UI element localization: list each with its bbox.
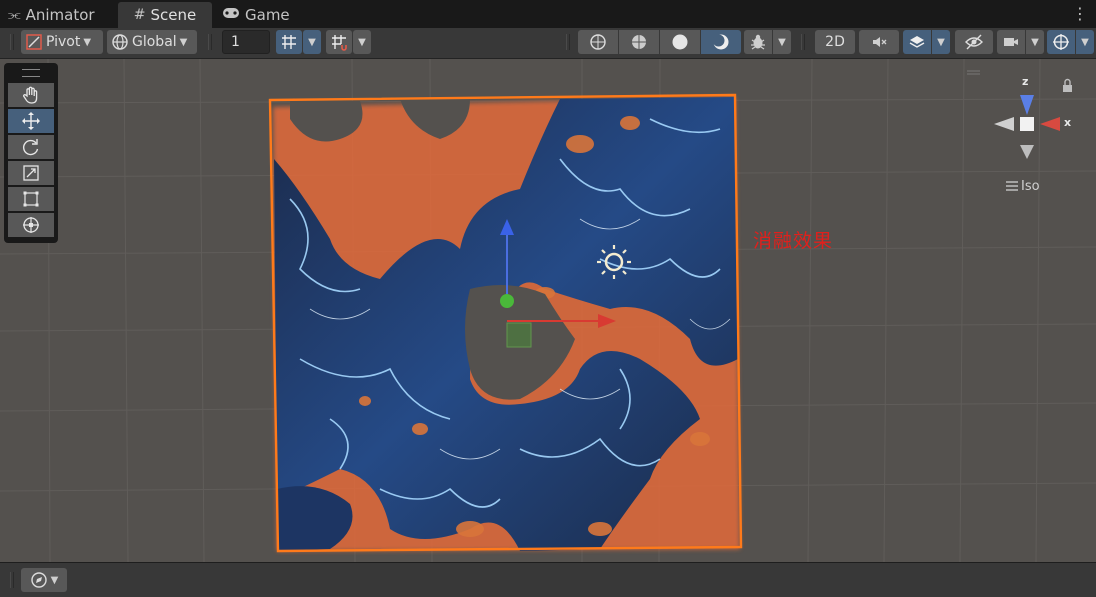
more-options-icon[interactable]: ⋮ (1072, 4, 1088, 23)
tab-label: Scene (150, 6, 197, 24)
toolbar-grip (10, 34, 14, 50)
move-icon (22, 112, 40, 130)
global-dropdown[interactable]: Global ▼ (107, 30, 197, 54)
chevron-down-icon: ▼ (50, 574, 59, 586)
grid-snap-dropdown[interactable]: ▼ (303, 30, 321, 54)
shaded-sphere-icon (672, 34, 688, 50)
eye-hidden-icon (965, 34, 983, 50)
chevron-down-icon: ▼ (358, 36, 366, 48)
camera-icon (1004, 38, 1018, 46)
pivot-icon (26, 34, 42, 50)
layers-icon (909, 36, 925, 48)
wireframe-shading-button[interactable] (578, 30, 618, 54)
dissolve-plane-mesh[interactable] (268, 93, 743, 553)
projection-label[interactable]: Iso (1021, 179, 1040, 194)
toolbar-separator (208, 34, 212, 50)
audio-toggle-button[interactable] (859, 30, 899, 54)
menu-lines-icon (1006, 181, 1018, 191)
shaded-wireframe-sphere-icon (632, 35, 646, 49)
palette-grip[interactable] (22, 69, 40, 77)
rect-icon (23, 191, 39, 207)
increment-snap-dropdown[interactable]: ▼ (353, 30, 371, 54)
gamepad-icon (222, 7, 240, 23)
grid-snap-button[interactable] (276, 30, 302, 54)
chevron-down-icon: ▼ (937, 36, 945, 48)
rotate-tool-button[interactable] (8, 135, 54, 159)
scene-viewport[interactable]: z x 消融效果 (0, 59, 1096, 562)
gizmos-dropdown[interactable]: ▼ (1076, 30, 1094, 54)
chevron-down-icon: ▼ (308, 36, 316, 48)
hand-icon (22, 86, 38, 104)
2d-label: 2D (825, 34, 845, 50)
gizmo-axis-z-label: z (1022, 75, 1029, 88)
camera-settings-button[interactable] (997, 30, 1025, 54)
tab-label: Animator (25, 6, 95, 24)
animator-icon: ⫘ (8, 7, 21, 23)
tool-palette (4, 63, 58, 243)
scale-tool-button[interactable] (8, 161, 54, 185)
rotate-icon (22, 139, 39, 156)
compass-icon (30, 572, 47, 588)
debug-draw-mode-button[interactable] (744, 30, 772, 54)
orientation-gizmo[interactable] (967, 70, 1072, 191)
gizmo-icon (1053, 34, 1069, 50)
tab-animator[interactable]: ⫘ Animator (8, 2, 95, 28)
hand-tool-button[interactable] (8, 83, 54, 107)
scene-toolbar: Pivot ▼ Global ▼ 1 ▼ ▼ ▼ 2D ▼ ▼ ▼ (0, 28, 1096, 59)
chevron-down-icon: ▼ (1081, 36, 1089, 48)
move-tool-button[interactable] (8, 109, 54, 133)
snap-magnet-icon (332, 35, 347, 51)
audio-mute-icon (873, 37, 887, 47)
scene-bottom-bar: ▼ (0, 562, 1096, 597)
toolbar-grip (10, 572, 14, 588)
gizmos-toggle-button[interactable] (1047, 30, 1075, 54)
tab-scene[interactable]: # Scene (118, 2, 212, 28)
scene-annotation: 消融效果 (753, 230, 834, 252)
scene-visibility-button[interactable] (955, 30, 993, 54)
chevron-down-icon: ▼ (1031, 36, 1039, 48)
moon-icon (712, 34, 729, 50)
grid-snap-icon (282, 35, 296, 49)
scene-grid (0, 59, 1096, 562)
toolbar-separator (566, 34, 570, 50)
increment-snap-button[interactable] (326, 30, 352, 54)
global-label: Global (132, 34, 177, 50)
shaded-wireframe-button[interactable] (619, 30, 659, 54)
lit-shading-button[interactable] (701, 30, 741, 54)
shaded-button[interactable] (660, 30, 700, 54)
pivot-dropdown[interactable]: Pivot ▼ (21, 30, 103, 54)
tab-label: Game (245, 6, 290, 24)
tab-bar: ⫘ Animator # Scene Game ⋮ (0, 0, 1096, 28)
2d-toggle-button[interactable]: 2D (815, 30, 855, 54)
bug-icon (751, 34, 765, 50)
wireframe-sphere-icon (590, 34, 606, 50)
transform-tool-button[interactable] (8, 213, 54, 237)
globe-icon (112, 34, 128, 50)
lock-icon[interactable] (1063, 78, 1072, 93)
orientation-overlay-dropdown[interactable]: ▼ (21, 568, 67, 592)
gizmo-axis-x-label: x (1064, 116, 1072, 129)
rect-tool-button[interactable] (8, 187, 54, 211)
tab-game[interactable]: Game (222, 2, 290, 28)
pivot-label: Pivot (46, 34, 81, 50)
transform-icon (23, 217, 39, 233)
grid-size-value: 1 (231, 34, 240, 50)
chevron-down-icon: ▼ (83, 36, 92, 48)
effects-toggle-button[interactable] (903, 30, 931, 54)
effects-dropdown[interactable]: ▼ (932, 30, 950, 54)
debug-draw-mode-dropdown[interactable]: ▼ (773, 30, 791, 54)
scale-icon (23, 165, 39, 181)
chevron-down-icon: ▼ (778, 36, 786, 48)
camera-settings-dropdown[interactable]: ▼ (1026, 30, 1044, 54)
chevron-down-icon: ▼ (179, 36, 188, 48)
grid-size-input[interactable]: 1 (222, 30, 270, 54)
toolbar-separator (801, 34, 805, 50)
grid-icon: # (133, 7, 146, 23)
